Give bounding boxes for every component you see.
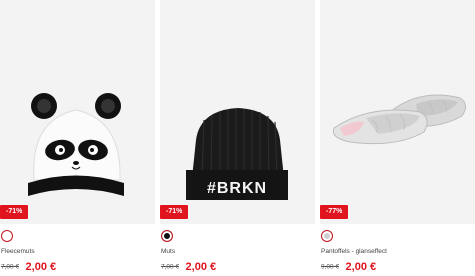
price-row: 7,00 € 2,00 € <box>161 258 217 273</box>
product-name[interactable]: Fleecemuts <box>1 248 35 255</box>
sale-price: 2,00 € <box>185 260 217 273</box>
old-price: 7,00 € <box>161 263 180 271</box>
beanie-print-text: #BRKN <box>207 180 267 197</box>
product-name[interactable]: Pantoffels - glanseffect <box>321 248 387 255</box>
product-card[interactable]: -77% Pantoffels - glanseffect 9,00 € 2,0… <box>320 0 475 276</box>
product-image-beanie[interactable]: #BRKN -71% <box>160 0 315 224</box>
product-image-panda-hat[interactable]: -71% <box>0 0 155 224</box>
color-swatch[interactable] <box>1 230 13 242</box>
sale-price: 2,00 € <box>25 260 57 273</box>
discount-badge: -77% <box>320 205 349 219</box>
color-swatch[interactable] <box>161 230 173 242</box>
discount-badge: -71% <box>160 205 189 219</box>
slippers-image <box>332 94 466 145</box>
color-swatch[interactable] <box>321 230 333 242</box>
old-price: 7,00 € <box>1 263 20 271</box>
price-row: 7,00 € 2,00 € <box>1 258 57 273</box>
discount-badge: -71% <box>0 205 29 219</box>
panda-hat-image <box>28 93 124 196</box>
product-card[interactable]: -71% Fleecemuts 7,00 € 2,00 € <box>0 0 155 276</box>
price-row: 9,00 € 2,00 € <box>321 258 377 273</box>
product-name[interactable]: Muts <box>161 248 175 255</box>
product-image-slippers[interactable]: -77% <box>320 0 475 224</box>
product-grid: -71% Fleecemuts 7,00 € 2,00 € #BRKN -71%… <box>0 0 475 276</box>
old-price: 9,00 € <box>321 263 340 271</box>
sale-price: 2,00 € <box>345 260 377 273</box>
product-card[interactable]: #BRKN -71% Muts 7,00 € 2,00 € <box>160 0 315 276</box>
beanie-image: #BRKN <box>186 108 288 200</box>
